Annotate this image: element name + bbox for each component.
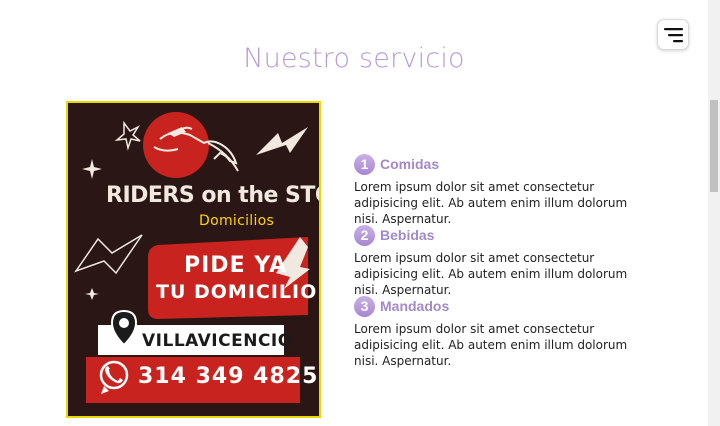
poster-cta-line2: TU DOMICILIO [156, 281, 318, 303]
poster-cta-line1: PIDE YA [184, 253, 288, 278]
lightning-icon [256, 127, 308, 155]
service-description: Lorem ipsum dolor sit amet consectetur a… [354, 322, 628, 368]
scrollbar-thumb[interactable] [710, 100, 718, 192]
poster-brand: RIDERS on the STORM [106, 183, 319, 208]
poster-subtitle: Domicilios [199, 213, 275, 229]
service-item: 2 Bebidas Lorem ipsum dolor sit amet con… [354, 223, 644, 297]
vertical-scrollbar[interactable] [708, 0, 720, 426]
service-number-badge: 3 [354, 295, 375, 317]
service-item: 3 Mandados Lorem ipsum dolor sit amet co… [354, 294, 644, 368]
service-number-badge: 1 [354, 153, 375, 175]
poster-phone: 314 349 4825 [138, 364, 319, 389]
service-description: Lorem ipsum dolor sit amet consectetur a… [354, 180, 628, 226]
promo-poster: RIDERS on the STORM Domicilios PIDE YA T… [66, 101, 321, 418]
service-item: 1 Comidas Lorem ipsum dolor sit amet con… [354, 152, 644, 226]
service-title: Bebidas [380, 227, 435, 243]
service-title: Comidas [380, 156, 440, 172]
service-number-badge: 2 [354, 224, 375, 246]
service-title: Mandados [380, 298, 450, 314]
service-description: Lorem ipsum dolor sit amet consectetur a… [354, 251, 628, 297]
services-list: 1 Comidas Lorem ipsum dolor sit amet con… [354, 152, 644, 368]
poster-city: VILLAVICENCIO [142, 331, 293, 351]
menu-button[interactable] [657, 19, 689, 50]
section-title: Nuestro servicio [243, 43, 465, 74]
menu-icon [664, 28, 683, 43]
